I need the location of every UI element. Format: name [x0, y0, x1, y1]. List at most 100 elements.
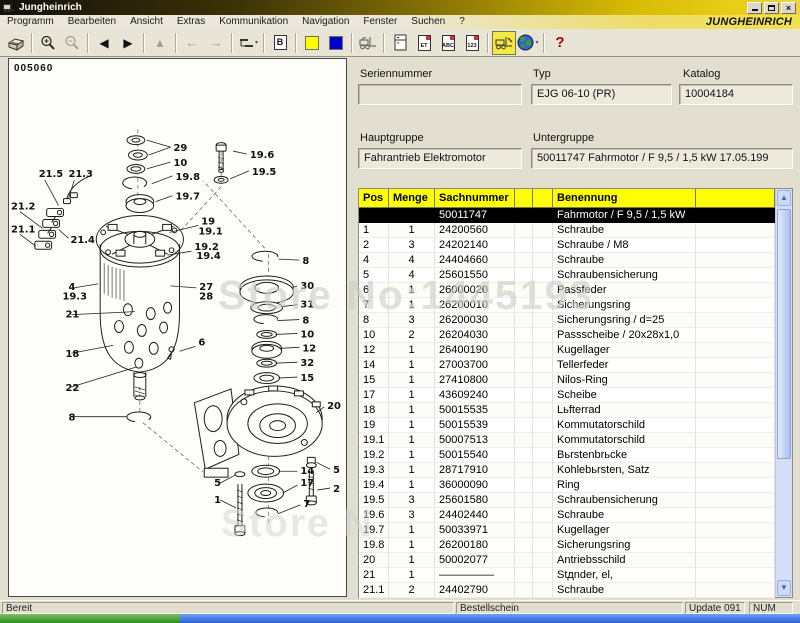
scroll-up-button[interactable]: ▲ — [777, 190, 791, 206]
scroll-down-button[interactable]: ▼ — [777, 580, 791, 596]
menu-item-extras[interactable]: Extras — [170, 15, 212, 29]
cell-ben: Passfeder — [553, 283, 696, 298]
callout-leader-line — [279, 377, 298, 378]
parts-catalog-button[interactable] — [492, 31, 516, 55]
diagram-callout-31: 31 — [300, 300, 314, 311]
back-button[interactable]: ◀ — [92, 31, 116, 55]
cell-sach: 25601580 — [435, 493, 515, 508]
table-row[interactable]: 4424404660Schraube — [359, 253, 775, 268]
katalog-field[interactable]: 10004184 — [679, 84, 793, 105]
untergruppe-label: Untergruppe — [533, 132, 594, 144]
table-row[interactable]: 17143609240Scheibe — [359, 388, 775, 403]
doc-abc-button[interactable]: ABC — [436, 31, 460, 55]
up-button[interactable]: ▲ — [148, 31, 172, 55]
table-row[interactable]: 18150015535Lьfterrad — [359, 403, 775, 418]
tree-view-button[interactable]: ▾ — [236, 31, 260, 55]
table-row[interactable]: 21.1224402790Schraube — [359, 583, 775, 598]
language-globe-button[interactable]: ▾ — [516, 31, 540, 55]
column-header-blank6[interactable] — [696, 189, 775, 208]
restore-button[interactable] — [764, 2, 779, 14]
table-row[interactable]: 19.5325601580Schraubensicherung — [359, 493, 775, 508]
table-row[interactable]: 19.1150007513Kommutatorschild — [359, 433, 775, 448]
table-row[interactable]: 1124200560Schraube — [359, 223, 775, 238]
column-header-menge[interactable]: Menge — [389, 189, 435, 208]
table-row[interactable]: 5425601550Schraubensicherung — [359, 268, 775, 283]
chevron-down-icon: ▾ — [535, 39, 538, 46]
menu-item-kommunikation[interactable]: Kommunikation — [212, 15, 295, 29]
scroll-thumb[interactable] — [777, 209, 791, 459]
zoom-in-button[interactable] — [36, 31, 60, 55]
column-header-pos[interactable]: Pos — [359, 189, 389, 208]
print-button[interactable] — [4, 31, 28, 55]
table-row[interactable]: 211—————Stдnder, el, — [359, 568, 775, 583]
doc-123-button[interactable]: 123 — [460, 31, 484, 55]
column-header-sachnummer[interactable]: Sachnummer — [435, 189, 515, 208]
marker-blue-button[interactable] — [324, 31, 348, 55]
start-button-edge — [0, 614, 180, 623]
cell-blank — [696, 223, 775, 238]
table-scrollbar[interactable]: ▲ ▼ — [775, 189, 792, 597]
menu-item-help[interactable]: ? — [452, 15, 472, 29]
forward-button[interactable]: ▶ — [116, 31, 140, 55]
bom-document-button[interactable]: B — [268, 31, 292, 55]
table-row[interactable]: 19.4136000090Ring — [359, 478, 775, 493]
menu-item-fenster[interactable]: Fenster — [356, 15, 404, 29]
close-button[interactable]: × — [781, 2, 796, 14]
cell-sach: 26200010 — [435, 298, 515, 313]
callout-leader-line — [317, 488, 330, 490]
zoom-out-icon — [64, 35, 80, 51]
table-row[interactable]: 14127003700Tellerfeder — [359, 358, 775, 373]
diagram-callout-10: 10 — [174, 158, 188, 169]
table-row-selected[interactable]: 50011747Fahrmotor / F 9,5 / 1,5 kW — [359, 208, 775, 223]
menu-item-navigation[interactable]: Navigation — [295, 15, 356, 29]
truck-sketch-button[interactable] — [356, 31, 380, 55]
table-row[interactable]: 19.7150033971Kugellager — [359, 523, 775, 538]
cell-ben: Nilos-Ring — [553, 373, 696, 388]
diagram-callout-14: 14 — [300, 466, 314, 477]
cell-blank — [515, 553, 533, 568]
previous-button[interactable]: ← — [180, 31, 204, 55]
column-header-blank4[interactable] — [533, 189, 553, 208]
doc-et-button[interactable]: ET — [412, 31, 436, 55]
table-row[interactable]: 19.6324402440Schraube — [359, 508, 775, 523]
column-header-blank3[interactable] — [515, 189, 533, 208]
table-row[interactable]: 19150015539Kommutatorschild — [359, 418, 775, 433]
typ-field[interactable]: EJG 06-10 (PR) — [531, 84, 672, 105]
cell-menge: 1 — [389, 433, 435, 448]
table-row[interactable]: 8326200030Sicherungsring / d=25 — [359, 313, 775, 328]
table-row[interactable]: 2324202140Schraube / M8 — [359, 238, 775, 253]
column-header-benennung[interactable]: Benennung — [553, 189, 696, 208]
menu-item-bearbeiten[interactable]: Bearbeiten — [61, 15, 123, 29]
table-row[interactable]: 19.2150015540Bьrstenbrьcke — [359, 448, 775, 463]
cell-blank — [696, 433, 775, 448]
table-row[interactable]: 15127410800Nilos-Ring — [359, 373, 775, 388]
table-row[interactable]: 19.3128717910Kohlebьrsten, Satz — [359, 463, 775, 478]
table-row[interactable]: 7126200010Sicherungsring — [359, 298, 775, 313]
seriennummer-field[interactable] — [358, 84, 522, 105]
table-row[interactable]: 10226204030Passscheibe / 20x28x1,0 — [359, 328, 775, 343]
help-button[interactable]: ? — [548, 31, 572, 55]
cabinet-button[interactable] — [388, 31, 412, 55]
menu-item-ansicht[interactable]: Ansicht — [123, 15, 170, 29]
table-body: 50011747Fahrmotor / F 9,5 / 1,5 kW112420… — [359, 208, 775, 598]
cell-ben: Scheibe — [553, 388, 696, 403]
callout-leader-line — [233, 151, 247, 154]
cell-blank — [515, 238, 533, 253]
zoom-out-button[interactable] — [60, 31, 84, 55]
diagram-callout-32: 32 — [300, 358, 314, 369]
table-row[interactable]: 12126400190Kugellager — [359, 343, 775, 358]
next-button[interactable]: → — [204, 31, 228, 55]
table-row[interactable]: 19.8126200180Sicherungsring — [359, 538, 775, 553]
menu-item-programm[interactable]: Programm — [0, 15, 61, 29]
minimize-button[interactable] — [747, 2, 762, 14]
diagram-panel[interactable]: 005060 — [8, 58, 347, 597]
hauptgruppe-field[interactable]: Fahrantrieb Elektromotor — [358, 148, 522, 169]
table-row[interactable]: 6126000020Passfeder — [359, 283, 775, 298]
untergruppe-field[interactable]: 50011747 Fahrmotor / F 9,5 / 1,5 kW 17.0… — [531, 148, 793, 169]
cell-blank — [515, 493, 533, 508]
marker-yellow-button[interactable] — [300, 31, 324, 55]
cell-blank — [515, 253, 533, 268]
toolbar-separator — [231, 33, 233, 53]
menu-item-suchen[interactable]: Suchen — [404, 15, 452, 29]
table-row[interactable]: 20150002077Antriebsschild — [359, 553, 775, 568]
